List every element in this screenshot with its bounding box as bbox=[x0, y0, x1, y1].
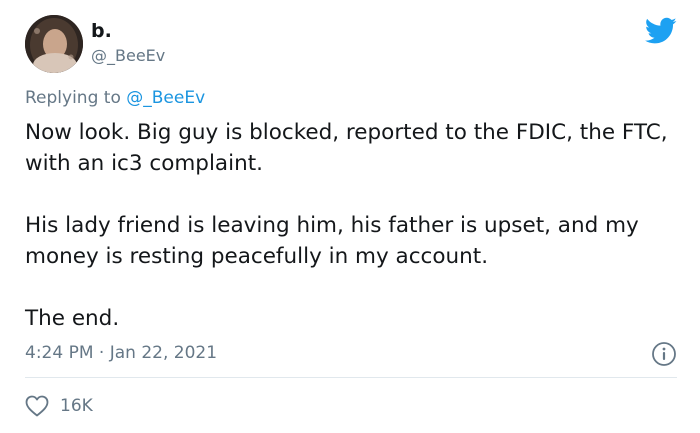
info-icon[interactable] bbox=[651, 341, 677, 367]
tweet-paragraph: Now look. Big guy is blocked, reported t… bbox=[25, 120, 668, 176]
heart-icon[interactable] bbox=[25, 395, 49, 417]
tweet-timestamp[interactable]: 4:24 PM · Jan 22, 2021 bbox=[25, 343, 217, 363]
display-name[interactable]: b. bbox=[91, 20, 112, 42]
replying-to-line: Replying to @_BeeEv bbox=[25, 88, 205, 108]
twitter-bird-icon[interactable] bbox=[645, 17, 677, 45]
tweet-paragraph: His lady friend is leaving him, his fath… bbox=[25, 213, 639, 269]
tweet-date: Jan 22, 2021 bbox=[109, 343, 218, 363]
tweet-time: 4:24 PM bbox=[25, 343, 94, 363]
like-count[interactable]: 16K bbox=[60, 396, 93, 416]
replying-prefix: Replying to bbox=[25, 88, 121, 108]
tweet-body: Now look. Big guy is blocked, reported t… bbox=[25, 117, 685, 365]
tweet-paragraph: The end. bbox=[25, 306, 120, 331]
divider bbox=[25, 377, 677, 378]
meta-separator: · bbox=[98, 343, 105, 363]
user-handle[interactable]: @_BeeEv bbox=[91, 46, 165, 65]
replying-to-link[interactable]: @_BeeEv bbox=[126, 88, 205, 108]
avatar[interactable] bbox=[25, 15, 83, 73]
